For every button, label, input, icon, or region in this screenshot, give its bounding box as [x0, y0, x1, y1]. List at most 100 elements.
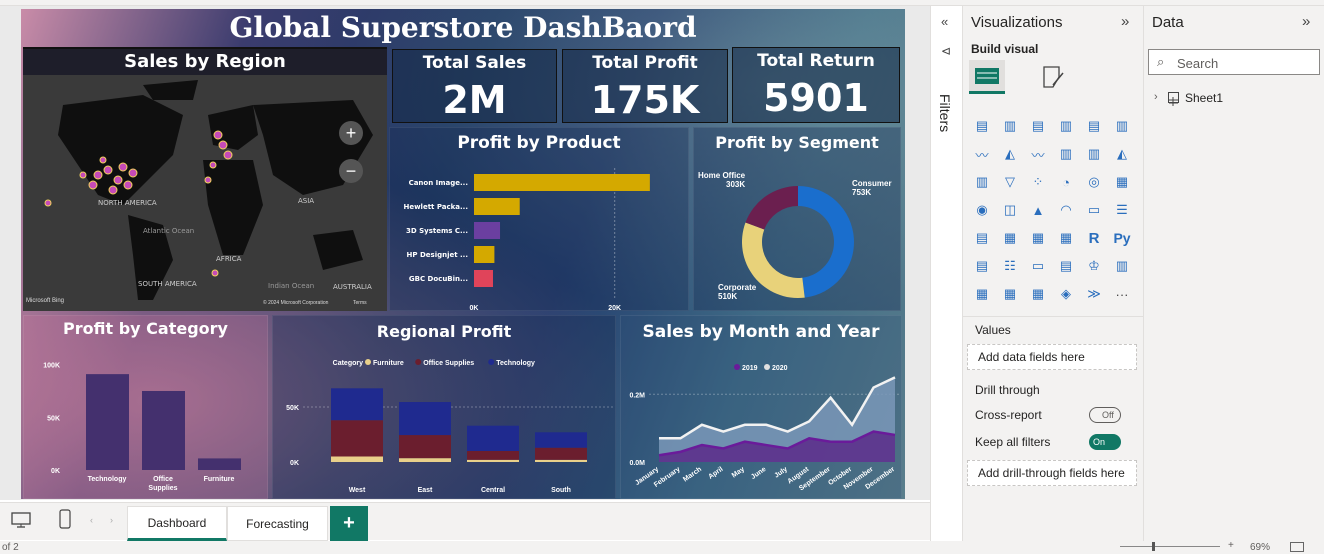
- map-terms-link[interactable]: Terms: [353, 300, 367, 306]
- map-zoom-out-button[interactable]: −: [339, 159, 363, 183]
- stacked-column-icon[interactable]: ▥: [1000, 116, 1020, 136]
- fit-page-icon[interactable]: [1290, 542, 1304, 552]
- tab-dashboard[interactable]: Dashboard: [127, 506, 227, 541]
- scatter-icon[interactable]: ⁘: [1028, 172, 1048, 192]
- cross-report-toggle[interactable]: Off: [1089, 407, 1121, 423]
- clustered-bar-icon[interactable]: ▤: [1028, 116, 1048, 136]
- gauge-icon[interactable]: ◠: [1056, 200, 1076, 220]
- profit-by-category-visual[interactable]: Profit by Category 100K 50K 0K Technology Of…: [23, 315, 268, 499]
- tab-forecasting[interactable]: Forecasting: [227, 506, 328, 541]
- kpi-total-profit[interactable]: Total Profit 175K: [562, 49, 728, 123]
- format-visual-tab[interactable]: [1039, 63, 1067, 91]
- x-tick-label: July: [773, 466, 789, 480]
- desktop-view-icon[interactable]: [10, 511, 32, 529]
- r-visual-icon[interactable]: R: [1084, 228, 1104, 248]
- zoom-slider[interactable]: [1120, 546, 1220, 547]
- slicer-icon[interactable]: ▦: [1000, 228, 1020, 248]
- map-label-australia: AUSTRALIA: [333, 283, 372, 291]
- map-label-atlantic: Atlantic Ocean: [143, 227, 195, 235]
- map-attribution: © 2024 Microsoft Corporation: [263, 300, 329, 306]
- clustered-column-icon[interactable]: ▥: [1056, 116, 1076, 136]
- build-visual-tab[interactable]: [969, 60, 1005, 94]
- collapse-filters-icon[interactable]: «: [941, 14, 948, 29]
- stacked-bar-segment: [331, 456, 383, 462]
- next-page-icon[interactable]: ›: [110, 515, 113, 525]
- prev-page-icon[interactable]: ‹: [90, 515, 93, 525]
- collapse-data-icon[interactable]: »: [1302, 13, 1310, 30]
- filters-pane[interactable]: « ⊲ Filters: [930, 6, 963, 541]
- kpi-total-return[interactable]: Total Return 5901: [732, 47, 900, 123]
- stacked-bar-segment: [331, 388, 383, 421]
- kpi-label: Total Profit: [592, 53, 698, 73]
- goals-icon[interactable]: ♔: [1084, 256, 1104, 276]
- decomposition-tree-icon[interactable]: ☷: [1000, 256, 1020, 276]
- mobile-view-icon[interactable]: [57, 508, 73, 530]
- area-chart-icon[interactable]: ◭: [1000, 144, 1020, 164]
- profit-by-product-visual[interactable]: Profit by Product Canon Image... Hewlett …: [389, 127, 689, 312]
- add-page-button[interactable]: +: [330, 506, 368, 541]
- custom-visual-icon[interactable]: ▦: [1028, 284, 1048, 304]
- card-icon[interactable]: ▭: [1084, 200, 1104, 220]
- map-zoom-in-button[interactable]: +: [339, 121, 363, 145]
- filled-map-icon[interactable]: ◫: [1000, 200, 1020, 220]
- more-visuals-icon[interactable]: ···: [1112, 284, 1132, 304]
- donut-chart-icon[interactable]: ◎: [1084, 172, 1104, 192]
- zoom-level: 69%: [1250, 542, 1271, 553]
- azure-map-icon[interactable]: ▲: [1028, 200, 1048, 220]
- divider: [963, 316, 1144, 317]
- narrative-icon[interactable]: ▤: [1056, 256, 1076, 276]
- chevron-visual-icon[interactable]: ≫: [1084, 284, 1104, 304]
- donut-slice: [745, 186, 798, 230]
- power-apps-icon[interactable]: ▦: [972, 284, 992, 304]
- treemap-icon[interactable]: ▦: [1112, 172, 1132, 192]
- zoom-in-icon[interactable]: +: [1228, 540, 1234, 551]
- zoom-slider-thumb[interactable]: [1152, 542, 1155, 551]
- stacked-bar-icon[interactable]: ▤: [972, 116, 992, 136]
- profit-by-segment-visual[interactable]: Profit by Segment Consumer 753K Corporate 5…: [693, 127, 901, 311]
- segment-donut-chart: Consumer753K Corporate510K Home Office303K: [698, 171, 892, 301]
- waterfall-icon[interactable]: ▥: [972, 172, 992, 192]
- funnel-icon[interactable]: ▽: [1000, 172, 1020, 192]
- x-tick-label: West: [349, 487, 366, 494]
- bar: [474, 222, 501, 239]
- regional-profit-visual[interactable]: Regional Profit Category Furniture Office …: [272, 315, 616, 499]
- ribbon-chart-icon[interactable]: ◭: [1112, 144, 1132, 164]
- kpi-total-sales[interactable]: Total Sales 2M: [392, 49, 557, 123]
- expand-chevron-icon[interactable]: ›: [1154, 91, 1158, 103]
- diamond-visual-icon[interactable]: ◈: [1056, 284, 1076, 304]
- line-column-icon[interactable]: ▥: [1056, 144, 1076, 164]
- sales-by-month-visual[interactable]: Sales by Month and Year 2019 2020 0.2M 0.0M…: [620, 315, 902, 499]
- stacked-area-icon[interactable]: 〰: [1028, 144, 1048, 164]
- values-field-well[interactable]: Add data fields here: [967, 344, 1137, 370]
- dashboard-title: Global Superstore DashBaord: [229, 11, 697, 44]
- keep-filters-toggle[interactable]: On: [1089, 434, 1121, 450]
- visualizations-title: Visualizations: [971, 14, 1063, 31]
- matrix-icon[interactable]: ▦: [1056, 228, 1076, 248]
- line-chart-icon[interactable]: 〰: [972, 144, 992, 164]
- table-item-sheet1[interactable]: Sheet1: [1185, 91, 1223, 105]
- search-input[interactable]: ⌕ Search: [1148, 49, 1320, 75]
- qa-icon[interactable]: ▭: [1028, 256, 1048, 276]
- table-icon[interactable]: ▦: [1028, 228, 1048, 248]
- bar-label: Hewlett Packa...: [403, 203, 468, 211]
- pie-chart-icon[interactable]: ◔: [1056, 172, 1076, 192]
- legend-marker: [734, 364, 740, 370]
- world-map: [23, 75, 387, 311]
- line-stacked-column-icon[interactable]: ▥: [1084, 144, 1104, 164]
- paginated-report-icon[interactable]: ▥: [1112, 256, 1132, 276]
- kpi-icon[interactable]: ▤: [972, 228, 992, 248]
- stacked-bar-segment: [535, 447, 587, 460]
- map-icon[interactable]: ◉: [972, 200, 992, 220]
- key-influencers-icon[interactable]: ▤: [972, 256, 992, 276]
- collapse-viz-icon[interactable]: »: [1121, 13, 1129, 30]
- data-pane: Data » ⌕ Search › Sheet1: [1144, 6, 1324, 541]
- y-tick-label: 50K: [286, 405, 299, 412]
- 100-bar-icon[interactable]: ▤: [1084, 116, 1104, 136]
- 100-column-icon[interactable]: ▥: [1112, 116, 1132, 136]
- python-visual-icon[interactable]: Py: [1112, 228, 1132, 248]
- drill-through-field-well[interactable]: Add drill-through fields here: [967, 460, 1137, 486]
- power-automate-icon[interactable]: ▦: [1000, 284, 1020, 304]
- y-tick-label: 0.0M: [629, 460, 645, 467]
- map-visual[interactable]: Sales by Region NORTH AMERICA SOUTH AMER…: [23, 47, 387, 311]
- multi-row-card-icon[interactable]: ☰: [1112, 200, 1132, 220]
